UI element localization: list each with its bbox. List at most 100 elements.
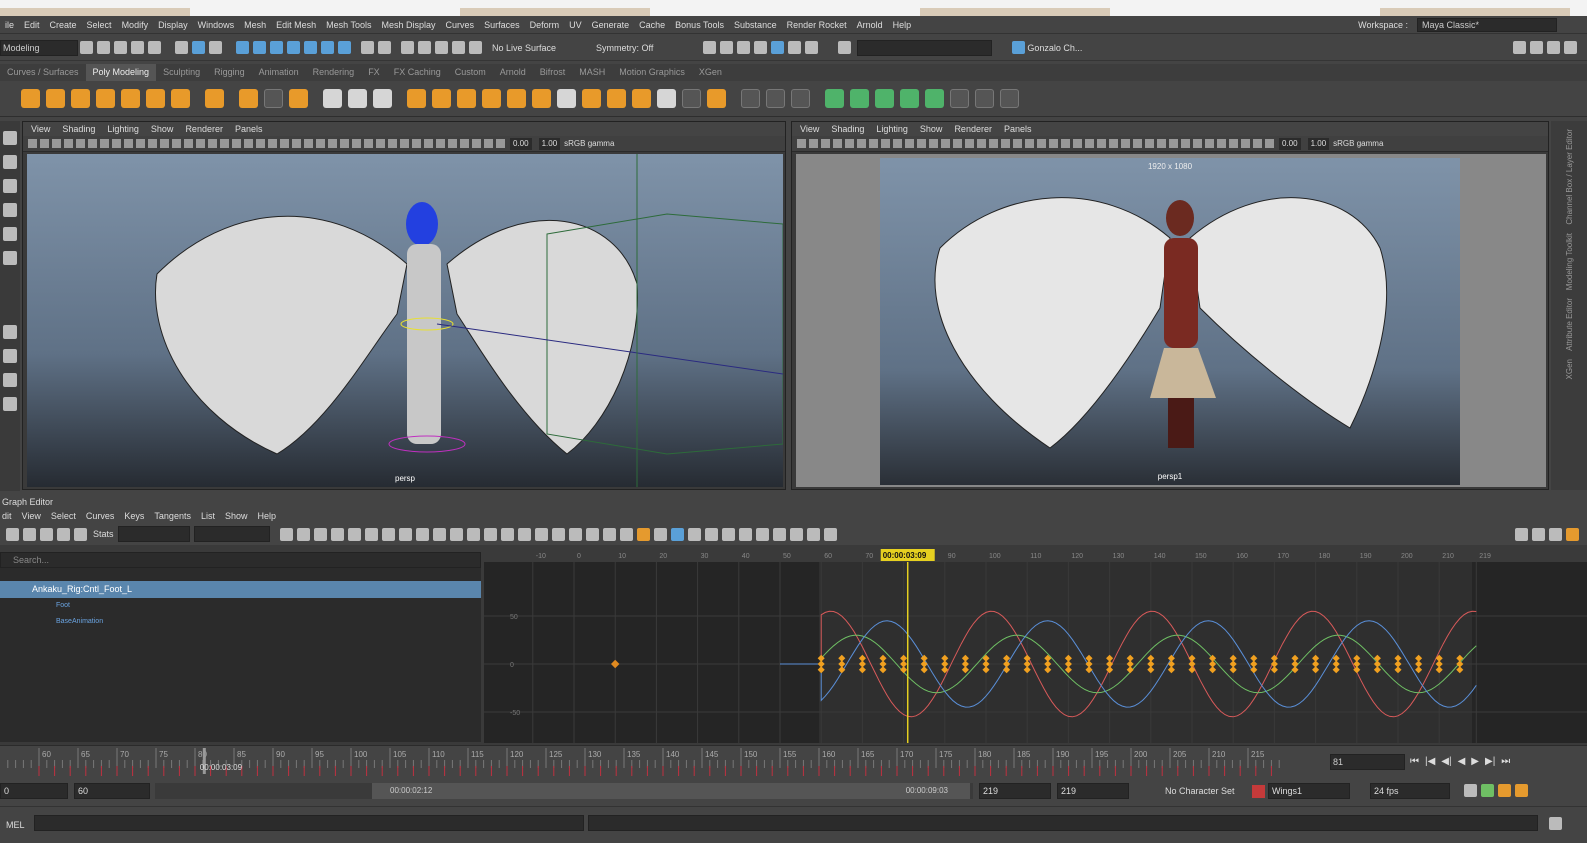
viewport-menu-item[interactable]: Lighting [107, 124, 139, 134]
disc-icon[interactable] [171, 89, 190, 108]
symmetry-dropdown[interactable]: Symmetry: Off [596, 43, 653, 53]
viewport-menu-item[interactable]: View [800, 124, 819, 134]
snap-misc-icon[interactable] [338, 41, 351, 54]
ipr-icon[interactable] [418, 41, 431, 54]
tool-icon[interactable] [483, 527, 497, 541]
select-tool-icon[interactable] [3, 131, 17, 145]
viewport-menu-item[interactable]: Panels [1004, 124, 1032, 134]
edge-loop-icon[interactable] [766, 89, 785, 108]
keyframe[interactable] [1126, 654, 1134, 662]
sphere-icon[interactable] [771, 41, 785, 54]
keyframe[interactable] [941, 654, 949, 662]
viewport-right[interactable]: View Shading Lighting Show Renderer Panels 0.… [791, 121, 1549, 490]
tool-icon[interactable] [500, 527, 514, 541]
dock-tab[interactable]: Attribute Editor [1565, 298, 1574, 351]
frame-all-icon[interactable] [1515, 527, 1528, 541]
extrude-icon[interactable] [432, 89, 451, 108]
colorspace-label[interactable]: sRGB gamma [1333, 139, 1383, 148]
paint-select-icon[interactable] [3, 179, 17, 193]
start-frame-field[interactable]: 0 [0, 783, 68, 799]
snap-curve-icon[interactable] [253, 41, 266, 54]
shelf-tab[interactable]: MASH [572, 64, 612, 81]
menu-item[interactable]: Render Rocket [782, 20, 852, 30]
graph-menu-item[interactable]: Help [257, 511, 276, 521]
menu-item[interactable]: Bonus Tools [670, 20, 729, 30]
shelf-tab[interactable]: Rigging [207, 64, 252, 81]
live-surface-field[interactable]: No Live Surface [492, 43, 556, 53]
keyframe[interactable] [1415, 654, 1423, 662]
keyframe[interactable] [1353, 654, 1361, 662]
layout-four-icon[interactable] [3, 349, 17, 363]
menu-item[interactable]: Generate [587, 20, 635, 30]
tool-icon[interactable] [347, 527, 361, 541]
exposure-field[interactable]: 0.00 [1279, 137, 1301, 150]
sidebar-toggle-icon[interactable] [1547, 41, 1560, 54]
keyframe[interactable] [838, 654, 846, 662]
grid-icon[interactable] [950, 89, 969, 108]
viewport-menu-item[interactable]: Show [920, 124, 943, 134]
step-back-icon[interactable]: ◀| [1441, 756, 1451, 767]
exposure-field[interactable]: 0.00 [510, 137, 532, 150]
menu-item[interactable]: Mesh Display [377, 20, 441, 30]
tool-icon[interactable] [23, 527, 36, 541]
mel-input[interactable] [34, 815, 584, 831]
viewport-scene[interactable]: persp [27, 154, 783, 487]
text-icon[interactable] [264, 89, 283, 108]
keyframe[interactable] [858, 654, 866, 662]
wedge-icon[interactable] [557, 89, 576, 108]
snap-point-icon[interactable] [270, 41, 283, 54]
svg-icon[interactable] [289, 89, 308, 108]
fill-hole-icon[interactable] [507, 89, 526, 108]
layout-single-icon[interactable] [3, 325, 17, 339]
lasso-tool-icon[interactable] [3, 155, 17, 169]
user-icon[interactable] [1012, 41, 1026, 54]
cube-icon[interactable] [46, 89, 65, 108]
menu-item[interactable]: Mesh [239, 20, 271, 30]
tool-icon[interactable] [449, 527, 463, 541]
mirror-icon[interactable] [632, 89, 651, 108]
current-frame-field[interactable]: 81 [1330, 754, 1405, 770]
outliner-layout-icon[interactable] [3, 397, 17, 411]
tool-icon[interactable] [772, 527, 786, 541]
search-input[interactable]: Search... [0, 552, 481, 568]
menu-item[interactable]: Mesh Tools [321, 20, 376, 30]
symmetry-icon[interactable] [975, 89, 994, 108]
tool-icon[interactable] [1549, 527, 1562, 541]
menu-item[interactable]: UV [564, 20, 587, 30]
graph-menu-item[interactable]: dit [2, 511, 12, 521]
graph-menu-item[interactable]: Select [51, 511, 76, 521]
stats-field[interactable] [193, 526, 270, 542]
pause-icon[interactable] [805, 41, 819, 54]
tool-icon[interactable] [74, 527, 87, 541]
tool-icon[interactable] [330, 527, 344, 541]
shelf-tab[interactable]: Bifrost [533, 64, 573, 81]
lock-icon[interactable] [361, 41, 374, 54]
torus-icon[interactable] [121, 89, 140, 108]
shelf-tab[interactable]: FX [361, 64, 387, 81]
quick-input-field[interactable] [857, 39, 993, 56]
rotate-tool-icon[interactable] [3, 227, 17, 241]
sphere-icon[interactable] [21, 89, 40, 108]
offset-loop-icon[interactable] [791, 89, 810, 108]
tool-icon[interactable] [585, 527, 599, 541]
tool-icon[interactable] [432, 527, 446, 541]
input-field-icon[interactable] [838, 41, 852, 54]
tool-icon[interactable] [517, 527, 531, 541]
keyframe[interactable] [879, 654, 887, 662]
smooth-icon[interactable] [373, 89, 392, 108]
keyframe[interactable] [1250, 654, 1258, 662]
menu-item[interactable]: Modify [117, 20, 154, 30]
tool-icon[interactable] [296, 527, 310, 541]
tool-icon[interactable] [789, 527, 803, 541]
gamma-field[interactable]: 1.00 [1307, 137, 1330, 150]
menu-item[interactable]: Arnold [852, 20, 888, 30]
bevel-icon[interactable] [482, 89, 501, 108]
keyframe[interactable] [1106, 654, 1114, 662]
menu-item[interactable]: Display [153, 20, 193, 30]
tool-icon[interactable] [823, 527, 837, 541]
menu-item[interactable]: Substance [729, 20, 782, 30]
tool-icon[interactable] [1532, 527, 1545, 541]
tool-icon[interactable] [279, 527, 293, 541]
keyframe[interactable] [1229, 654, 1237, 662]
keyframe[interactable] [1312, 654, 1320, 662]
